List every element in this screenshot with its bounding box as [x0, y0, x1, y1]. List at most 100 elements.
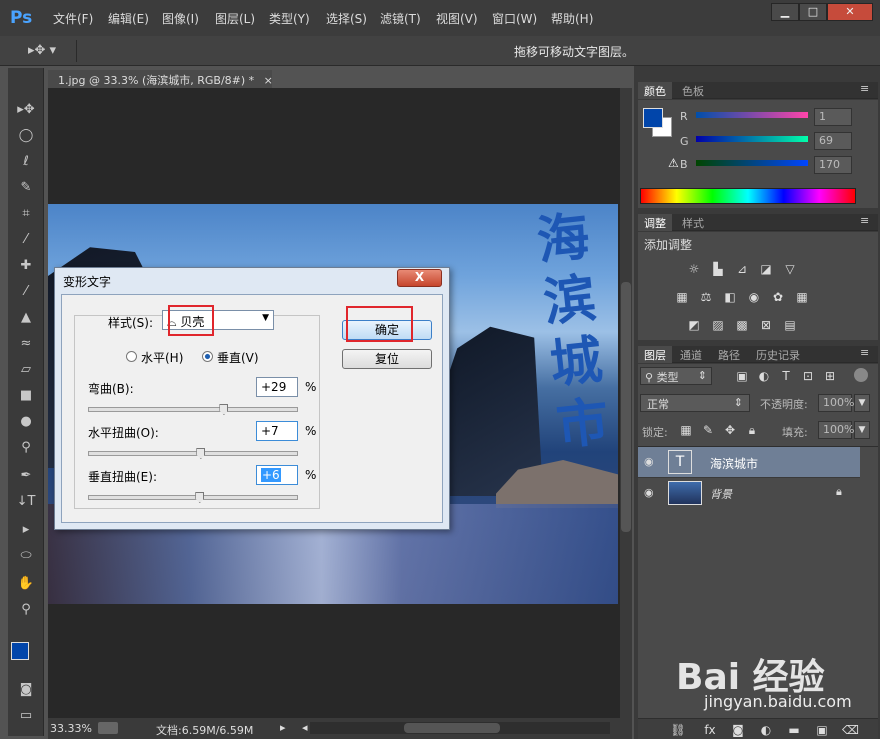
move-tool-preset-icon[interactable]: ▸✥ ▾	[28, 43, 56, 58]
eyedropper-tool-icon[interactable]: ⁄	[15, 230, 37, 250]
layer-name[interactable]: 海滨城市	[710, 455, 758, 472]
threshold-icon[interactable]: ▩	[734, 318, 750, 332]
gradient-map-icon[interactable]: ▤	[782, 318, 798, 332]
brush-tool-icon[interactable]: ⁄	[15, 282, 37, 302]
menu-image[interactable]: 图像(I)	[162, 10, 199, 27]
layer-row-background[interactable]: ◉ 背景 🔒︎	[638, 477, 860, 507]
black-white-icon[interactable]: ◧	[722, 290, 738, 304]
move-tool-icon[interactable]: ▸✥	[15, 100, 37, 120]
gradient-tool-icon[interactable]: ■	[15, 386, 37, 406]
zoom-tool-icon[interactable]: ⚲	[15, 600, 37, 620]
lock-transparency-icon[interactable]: ▦	[678, 423, 694, 437]
mask-icon[interactable]: ◙	[730, 723, 746, 737]
tab-color[interactable]: 颜色	[638, 82, 672, 99]
quick-mask-icon[interactable]: ◙	[15, 680, 37, 700]
vertical-distortion-slider-track[interactable]	[88, 495, 298, 500]
document-tab[interactable]: 1.jpg @ 33.3% (海滨城市, RGB/8#) * ×	[48, 70, 273, 88]
out-of-gamut-warning-icon[interactable]: ⚠	[668, 156, 679, 170]
menu-view[interactable]: 视图(V)	[436, 10, 478, 27]
bend-slider-track[interactable]	[88, 407, 298, 412]
filter-toggle[interactable]	[854, 368, 868, 382]
quick-select-tool-icon[interactable]: ✎	[15, 178, 37, 198]
healing-brush-tool-icon[interactable]: ✚	[15, 256, 37, 276]
g-value-field[interactable]: 69	[814, 132, 852, 150]
tab-adjustments[interactable]: 调整	[638, 214, 672, 231]
vertical-distortion-field[interactable]: +6	[256, 465, 298, 485]
g-slider[interactable]	[696, 136, 808, 142]
horizontal-scroll-thumb[interactable]	[404, 723, 500, 733]
posterize-icon[interactable]: ▨	[710, 318, 726, 332]
type-filter-icon[interactable]: T	[778, 369, 794, 383]
chevron-down-icon[interactable]: ▼	[854, 421, 870, 439]
dialog-close-button[interactable]: X	[397, 269, 442, 287]
blend-mode-select[interactable]: 正常 ⇕	[640, 394, 750, 412]
smart-object-filter-icon[interactable]: ⊞	[822, 369, 838, 383]
document-tab-close[interactable]: ×	[264, 74, 273, 87]
menu-edit[interactable]: 编辑(E)	[108, 10, 149, 27]
invert-icon[interactable]: ◩	[686, 318, 702, 332]
lasso-tool-icon[interactable]: ℓ	[15, 152, 37, 172]
menu-window[interactable]: 窗口(W)	[492, 10, 537, 27]
menu-layer[interactable]: 图层(L)	[215, 10, 255, 27]
horizontal-radio[interactable]	[126, 351, 137, 362]
vertical-radio[interactable]	[202, 351, 213, 362]
close-window-button[interactable]: ✕	[827, 3, 873, 21]
opacity-field[interactable]: 100%	[818, 394, 854, 412]
warped-vertical-text[interactable]: 海滨城市	[525, 205, 618, 459]
horizontal-distortion-field[interactable]: +7	[256, 421, 298, 441]
panel-menu-icon[interactable]: ≡	[860, 214, 869, 227]
link-icon[interactable]: ⛓	[670, 723, 686, 737]
eraser-tool-icon[interactable]: ▱	[15, 360, 37, 380]
b-value-field[interactable]: 170	[814, 156, 852, 174]
tab-styles[interactable]: 样式	[676, 214, 710, 231]
dodge-tool-icon[interactable]: ⚲	[15, 438, 37, 458]
exposure-icon[interactable]: ◪	[758, 262, 774, 276]
clone-stamp-tool-icon[interactable]: ▲	[15, 308, 37, 328]
vertical-type-tool-icon[interactable]: ↓T	[15, 492, 37, 512]
selective-color-icon[interactable]: ⊠	[758, 318, 774, 332]
vibrance-icon[interactable]: ▽	[782, 262, 798, 276]
reset-button[interactable]: 复位	[342, 349, 432, 369]
horizontal-distortion-slider-track[interactable]	[88, 451, 298, 456]
eye-icon[interactable]: ◉	[644, 486, 654, 499]
panel-menu-icon[interactable]: ≡	[860, 346, 869, 359]
hand-tool-icon[interactable]: ✋	[15, 574, 37, 594]
color-lookup-icon[interactable]: ▦	[794, 290, 810, 304]
brightness-contrast-icon[interactable]: ☼	[686, 262, 702, 276]
menu-filter[interactable]: 滤镜(T)	[380, 10, 421, 27]
panel-menu-icon[interactable]: ≡	[860, 82, 869, 95]
layer-name[interactable]: 背景	[710, 486, 732, 502]
zoom-level[interactable]: 33.33%	[50, 722, 92, 735]
shape-filter-icon[interactable]: ⊡	[800, 369, 816, 383]
curves-icon[interactable]: ⊿	[734, 262, 750, 276]
fill-field[interactable]: 100%	[818, 421, 854, 439]
path-selection-tool-icon[interactable]: ▸	[15, 520, 37, 540]
tab-channels[interactable]: 通道	[674, 346, 708, 363]
photo-filter-icon[interactable]: ◉	[746, 290, 762, 304]
layer-filter-select[interactable]: ⚲ 类型 ⇕	[640, 367, 712, 385]
menu-select[interactable]: 选择(S)	[326, 10, 367, 27]
vertical-scroll-thumb[interactable]	[621, 282, 631, 532]
menu-file[interactable]: 文件(F)	[53, 10, 93, 27]
ellipse-tool-icon[interactable]: ⬭	[15, 546, 37, 566]
tab-layers[interactable]: 图层	[638, 346, 672, 363]
r-slider[interactable]	[696, 112, 808, 118]
layer-row-text[interactable]: ◉ T 海滨城市	[638, 447, 860, 477]
marquee-tool-icon[interactable]: ◯	[15, 126, 37, 146]
crop-tool-icon[interactable]: ⌗	[15, 204, 37, 224]
adjustment-filter-icon[interactable]: ◐	[756, 369, 772, 383]
lock-position-icon[interactable]: ✥	[722, 423, 738, 437]
blur-tool-icon[interactable]: ●	[15, 412, 37, 432]
pen-tool-icon[interactable]: ✒	[15, 466, 37, 486]
screen-mode-icon[interactable]: ▭	[15, 706, 37, 726]
fx-icon[interactable]: fx	[702, 723, 718, 737]
menu-type[interactable]: 类型(Y)	[269, 10, 310, 27]
chevron-down-icon[interactable]: ▼	[854, 394, 870, 412]
color-balance-icon[interactable]: ⚖	[698, 290, 714, 304]
tab-history[interactable]: 历史记录	[750, 346, 806, 363]
scroll-left-arrow-icon[interactable]: ◂	[302, 721, 308, 734]
foreground-color-chip[interactable]	[643, 108, 663, 128]
new-layer-icon[interactable]: ▣	[814, 723, 830, 737]
r-value-field[interactable]: 1	[814, 108, 852, 126]
color-spectrum-bar[interactable]	[640, 188, 856, 204]
